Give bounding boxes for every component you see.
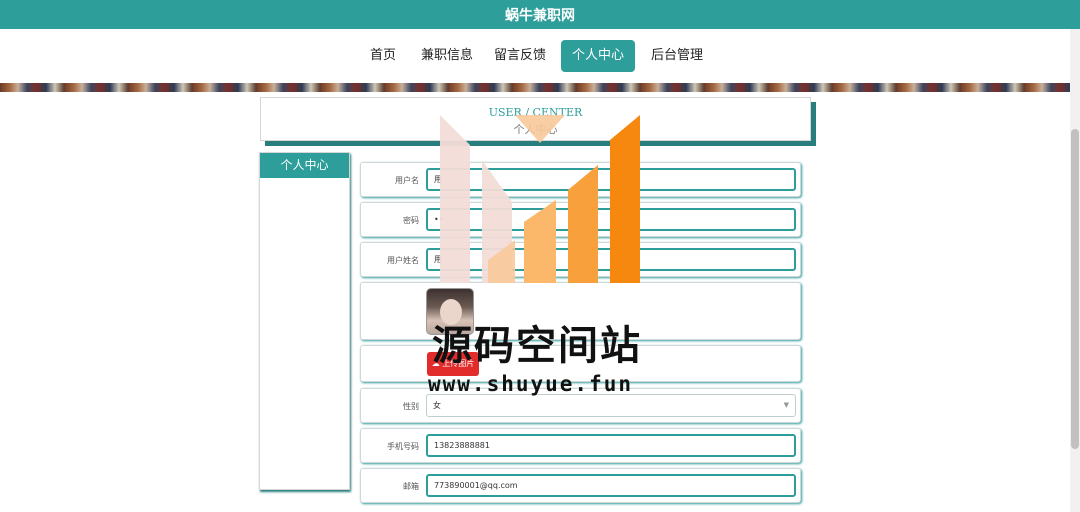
nav-admin[interactable]: 后台管理 [650,40,704,72]
banner-strip [0,83,1070,92]
form-row-username: 用户名 用 [360,162,801,197]
form-row-gender: 性别 女 ▼ [360,388,801,423]
sidebar-item-user-center[interactable]: 个人中心 [260,153,349,178]
nav-home[interactable]: 首页 [363,40,403,72]
nav-jobs[interactable]: 兼职信息 [420,40,474,72]
real-name-label: 用户姓名 [387,256,419,265]
user-center-title-cn: 个人中心 [513,123,558,136]
gender-label: 性别 [403,402,419,411]
sidebar: 个人中心 [259,152,350,490]
avatar-face [440,299,462,325]
form-row-email: 邮箱 773890001@qq.com [360,468,801,503]
gender-value: 女 [433,401,441,410]
phone-input[interactable]: 13823888881 [426,434,796,457]
phone-label: 手机号码 [387,442,419,451]
username-label: 用户名 [395,176,419,185]
password-input[interactable]: •• [426,208,796,231]
real-name-input[interactable]: 用 [426,248,796,271]
password-label: 密码 [403,216,419,225]
upload-button-label: 上传图片 [442,359,475,368]
nav-user-center[interactable]: 个人中心 [561,40,635,72]
user-center-title-en: USER / CENTER [488,106,583,119]
avatar[interactable] [426,288,474,335]
email-input[interactable]: 773890001@qq.com [426,474,796,497]
email-label: 邮箱 [403,482,419,491]
page-scrollbar[interactable] [1070,29,1080,512]
chevron-down-icon: ▼ [783,401,789,409]
username-input[interactable]: 用 [426,168,796,191]
form-row-real-name: 用户姓名 用 [360,242,801,277]
upload-image-button[interactable]: ☁ 上传图片 [427,352,479,376]
site-title-bar: 蜗牛兼职网 [0,0,1080,29]
main-nav: 首页 兼职信息 留言反馈 个人中心 后台管理 [0,29,1080,85]
nav-feedback[interactable]: 留言反馈 [493,40,547,72]
cloud-upload-icon: ☁ [431,359,440,368]
scrollbar-thumb[interactable] [1071,129,1079,449]
page: 蜗牛兼职网 首页 兼职信息 留言反馈 个人中心 后台管理 USER / CENT… [0,0,1080,512]
user-center-title-box: USER / CENTER 个人中心 [260,97,811,141]
gender-select[interactable]: 女 ▼ [426,394,796,417]
form-row-avatar [360,282,801,340]
site-title: 蜗牛兼职网 [505,7,575,24]
form-row-password: 密码 •• [360,202,801,237]
form-row-phone: 手机号码 13823888881 [360,428,801,463]
